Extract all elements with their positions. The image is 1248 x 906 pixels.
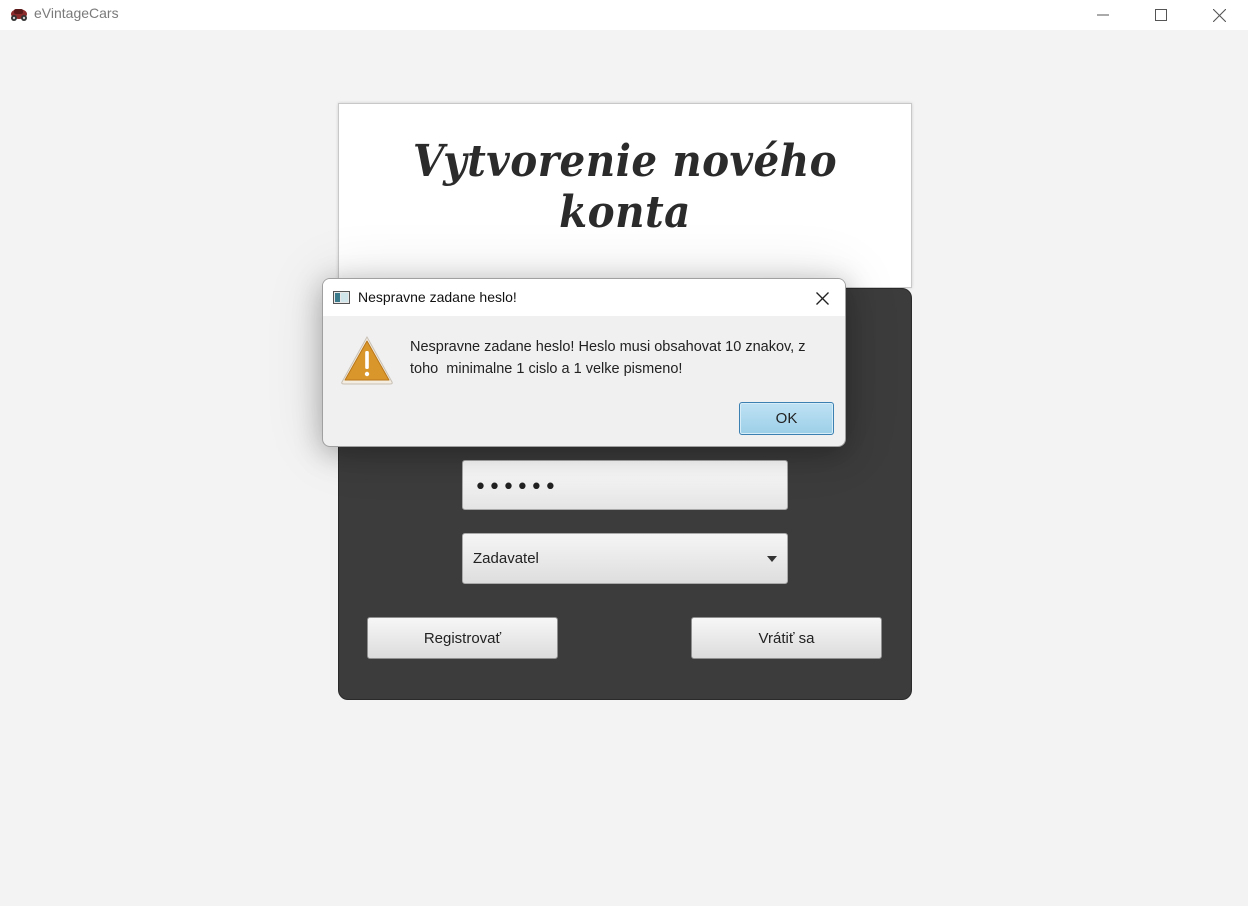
role-select[interactable]: Zadavatel (462, 533, 788, 584)
dialog-message: Nespravne zadane heslo! Heslo musi obsah… (410, 339, 806, 377)
error-dialog: Nespravne zadane heslo! Nespravne zadane… (322, 278, 846, 447)
header-card: Vytvorenie nového konta (338, 103, 912, 288)
password-field[interactable]: •••••• (462, 460, 788, 510)
app-window: eVintageCars Vytvorenie nového konta •••… (0, 0, 1248, 906)
warning-icon (341, 335, 393, 385)
maximize-icon (1155, 9, 1167, 21)
register-button[interactable]: Registrovať (367, 617, 558, 659)
close-icon (815, 291, 829, 305)
maximize-button[interactable] (1138, 0, 1184, 30)
page-title: Vytvorenie nového konta (412, 136, 838, 238)
role-select-value: Zadavatel (473, 550, 539, 567)
chevron-down-icon (767, 556, 777, 562)
vintage-car-icon (11, 9, 27, 21)
dialog-titlebar: Nespravne zadane heslo! (323, 279, 845, 316)
close-button[interactable] (1196, 0, 1242, 30)
window-titlebar: eVintageCars (0, 0, 1248, 30)
dialog-close-button[interactable] (809, 285, 835, 311)
window-icon (333, 291, 350, 304)
ok-button[interactable]: OK (739, 402, 834, 435)
window-title: eVintageCars (34, 5, 119, 21)
back-button[interactable]: Vrátiť sa (691, 617, 882, 659)
dialog-title: Nespravne zadane heslo! (358, 289, 517, 305)
minimize-icon (1097, 14, 1109, 16)
minimize-button[interactable] (1080, 0, 1126, 30)
close-icon (1212, 8, 1226, 22)
